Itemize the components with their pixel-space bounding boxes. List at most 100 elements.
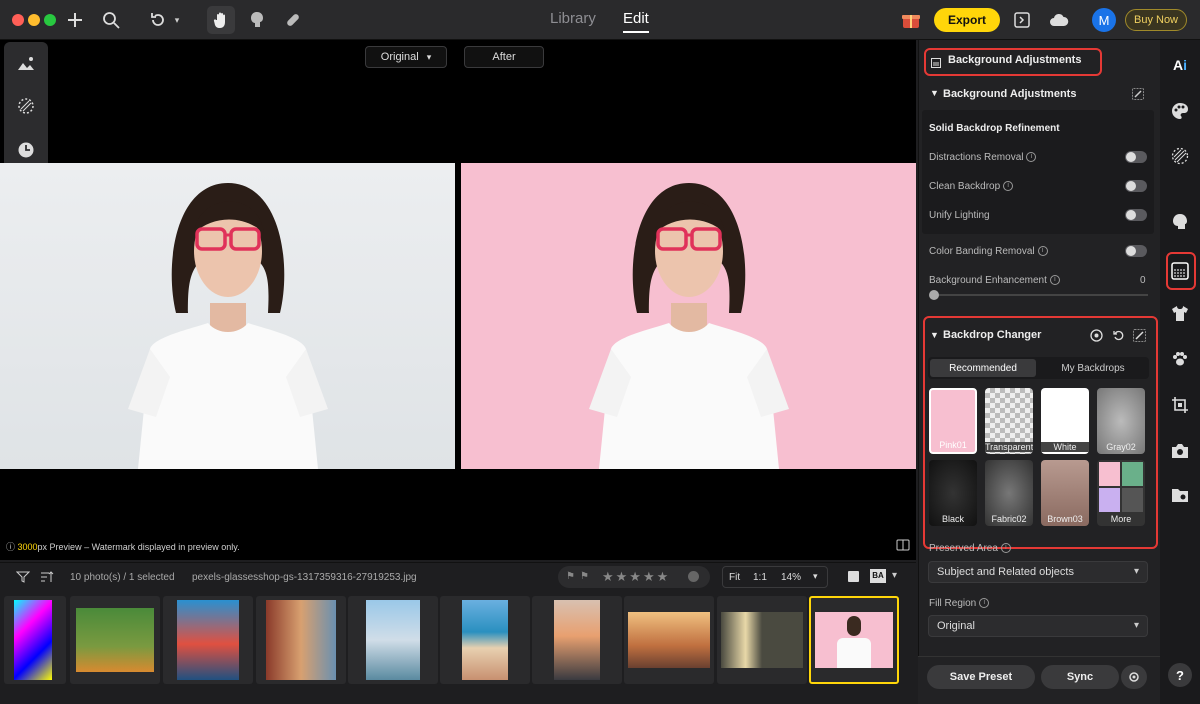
minimize-window-button[interactable] [28,14,40,26]
bandage-icon[interactable] [281,8,305,32]
edit-brush-icon[interactable] [1133,329,1146,347]
tab-recommended[interactable]: Recommended [930,359,1036,377]
reset-icon[interactable] [1112,329,1125,347]
texture-icon[interactable] [1167,143,1193,169]
star-rating[interactable]: ★★★★★ [602,569,670,585]
backdrop-tile-black[interactable]: Black [929,460,977,526]
reject-flag-icon[interactable]: ⚑ [580,571,589,582]
share-panel-icon[interactable] [1010,8,1034,32]
pet-paw-icon[interactable] [1167,346,1193,372]
collapse-triangle-icon[interactable]: ▼ [930,88,939,98]
filmstrip-thumbnail[interactable] [256,596,346,684]
texture-brush-icon[interactable] [4,86,48,126]
export-button[interactable]: Export [934,8,1000,32]
tab-library[interactable]: Library [550,10,596,27]
distractions-removal-toggle[interactable] [1125,151,1147,163]
chevron-down-icon: ▾ [426,51,432,62]
cloud-sync-icon[interactable] [1047,8,1071,32]
tool-rail [1160,40,1200,704]
camera-icon[interactable] [1167,438,1193,464]
color-banding-label: Color Banding Removal i [929,246,1048,257]
zoom-1to1-button[interactable]: 1:1 [753,572,767,583]
folder-eye-icon[interactable] [1167,482,1193,508]
chevron-down-icon: ▾ [1133,566,1139,577]
view-mode-select[interactable]: Original ▾ [365,46,447,68]
add-icon[interactable] [63,8,87,32]
background-enhancement-slider[interactable] [930,294,1148,296]
backdrop-tile-brown[interactable]: Brown03 [1041,460,1089,526]
sync-settings-icon[interactable] [1121,665,1147,689]
save-preset-button[interactable]: Save Preset [927,665,1035,689]
unify-lighting-toggle[interactable] [1125,209,1147,221]
slider-handle[interactable] [929,290,939,300]
section-title[interactable]: Background Adjustments [943,88,1076,100]
clothing-icon[interactable] [1167,300,1193,326]
filmstrip-thumbnail[interactable] [440,596,530,684]
filmstrip-thumbnail[interactable] [70,596,160,684]
after-photo [461,163,916,469]
filmstrip-thumbnail[interactable] [532,596,622,684]
close-window-button[interactable] [12,14,24,26]
zoom-window-button[interactable] [44,14,56,26]
backdrop-tile-fabric[interactable]: Fabric02 [985,460,1033,526]
portrait-subject [127,183,328,469]
landscape-ai-icon[interactable] [4,44,48,84]
preview-note-text: px Preview – Watermark displayed in prev… [37,542,240,552]
face-retouch-icon[interactable] [245,8,269,32]
fill-region-select[interactable]: Original ▾ [928,615,1148,637]
clean-backdrop-toggle[interactable] [1125,180,1147,192]
filmstrip-thumbnail[interactable] [4,596,66,684]
zoom-control: Fit 1:1 14% ▾ [722,566,828,588]
before-after-view-icon[interactable]: BA [870,569,886,583]
color-palette-icon[interactable] [1167,98,1193,124]
backdrop-tile-gray[interactable]: Gray02 [1097,388,1145,454]
tab-edit[interactable]: Edit [623,10,649,33]
edit-brush-icon[interactable] [1132,87,1144,105]
info-icon: i [1000,543,1011,554]
sort-icon[interactable] [40,570,54,588]
eye-icon[interactable] [1090,329,1103,347]
zoom-fit-button[interactable]: Fit [729,572,740,583]
preserved-area-select[interactable]: Subject and Related objects ▾ [928,561,1148,583]
search-icon[interactable] [99,8,123,32]
filter-icon[interactable] [15,570,31,588]
sync-button[interactable]: Sync [1041,665,1119,689]
gift-icon[interactable] [899,8,923,32]
backdrop-tile-white[interactable]: White [1041,388,1089,454]
help-icon[interactable]: ? [1168,663,1192,687]
buy-now-button[interactable]: Buy Now [1125,9,1187,31]
filmstrip-thumbnail[interactable] [163,596,253,684]
collapse-triangle-icon[interactable]: ▼ [930,330,939,340]
chevron-down-icon[interactable]: ▾ [170,8,184,32]
chevron-down-icon: ▾ [1133,620,1139,631]
chevron-down-icon[interactable]: ▾ [892,570,897,581]
crop-icon[interactable] [1167,392,1193,418]
backdrop-tile-pink[interactable]: Pink01 [929,388,977,454]
filmstrip-thumbnail[interactable] [717,596,807,684]
portrait-subject [588,183,789,469]
color-label-icon[interactable] [688,571,699,582]
filmstrip-thumbnail[interactable] [348,596,438,684]
ai-tools-icon[interactable]: Ai [1167,52,1193,78]
backdrop-tile-more[interactable]: More [1097,460,1145,526]
panel-title: Background Adjustments [948,54,1082,66]
chevron-down-icon[interactable]: ▾ [813,571,818,582]
background-enhancement-label: Background Enhancement i [929,275,1060,286]
color-banding-toggle[interactable] [1125,245,1147,257]
backdrop-changer-title[interactable]: Backdrop Changer [943,329,1041,341]
filmstrip-thumbnail[interactable] [624,596,714,684]
hand-tool-icon[interactable] [207,6,235,34]
after-label-button[interactable]: After [464,46,544,68]
undo-history-icon[interactable] [146,8,170,32]
single-view-icon[interactable] [848,571,859,582]
flag-icon[interactable]: ⚑ [566,571,575,582]
avatar[interactable]: M [1092,8,1116,32]
background-adjust-icon[interactable] [1167,258,1193,284]
zoom-percent[interactable]: 14% [781,572,801,583]
filmstrip-thumbnail-selected[interactable] [809,596,899,684]
face-retouch-icon[interactable] [1167,209,1193,235]
tab-my-backdrops[interactable]: My Backdrops [1040,359,1146,377]
left-tool-palette [4,42,48,172]
split-view-icon[interactable] [896,538,910,551]
backdrop-tile-transparent[interactable]: Transparent [985,388,1033,454]
